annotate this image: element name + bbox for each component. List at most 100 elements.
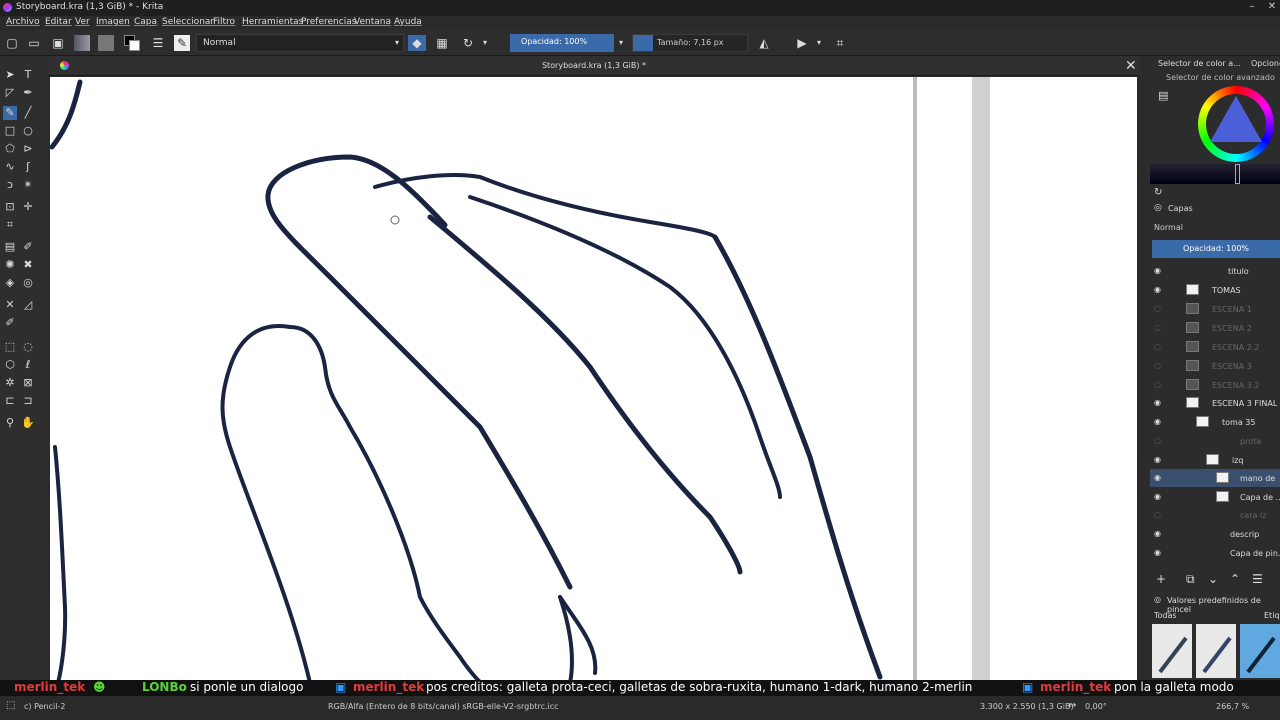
refresh-icon[interactable]: ↻ <box>1154 187 1162 198</box>
polygon-select-icon[interactable]: ⬡ <box>3 358 17 372</box>
color-picker-icon[interactable]: ✐ <box>21 240 35 254</box>
ellipse-tool-icon[interactable]: ○ <box>21 124 35 138</box>
duplicate-layer-icon[interactable]: ⧉ <box>1186 572 1195 587</box>
layer-menu-icon[interactable]: ☰ <box>1252 572 1263 586</box>
layer-row[interactable]: ○ prota <box>1150 432 1280 450</box>
color-wheel[interactable] <box>1198 86 1274 162</box>
freehand-path-icon[interactable]: ʃ <box>21 160 35 174</box>
brush-preset-selected[interactable] <box>1240 624 1280 678</box>
zoom-tool-icon[interactable]: ⚲ <box>3 416 17 430</box>
mirror-vertical-icon[interactable]: ▶ <box>794 35 810 51</box>
presets-filter[interactable]: Todas <box>1154 611 1177 620</box>
eye-icon[interactable]: ◉ <box>1154 285 1163 294</box>
eye-hidden-icon[interactable]: ○ <box>1154 304 1163 313</box>
assistant-tool-icon[interactable]: ✕ <box>3 298 17 312</box>
brush-settings-icon[interactable]: ☰ <box>150 35 166 51</box>
menu-capa[interactable]: Capa <box>134 17 157 27</box>
eye-icon[interactable]: ◉ <box>1154 455 1163 464</box>
layer-row[interactable]: ◉ Capa de ... <box>1150 488 1280 506</box>
line-tool-icon[interactable]: ╱ <box>21 106 35 120</box>
ellipse-select-icon[interactable]: ◌ <box>21 340 35 354</box>
eye-icon[interactable]: ◉ <box>1154 492 1163 501</box>
menu-editar[interactable]: Editar <box>45 17 72 27</box>
fg-bg-color-icon[interactable] <box>124 35 140 51</box>
layer-row[interactable]: ○ ESCENA 3.2 <box>1150 376 1280 394</box>
eye-icon[interactable]: ◉ <box>1154 417 1163 426</box>
rect-select-icon[interactable]: ⬚ <box>3 340 17 354</box>
calligraphy-icon[interactable]: ✒ <box>21 86 35 100</box>
eye-hidden-icon[interactable]: ○ <box>1154 436 1163 445</box>
color-settings-icon[interactable]: ▤ <box>1158 89 1168 102</box>
eye-icon[interactable]: ◉ <box>1154 266 1163 275</box>
eye-icon[interactable]: ◉ <box>1154 473 1163 482</box>
layer-row[interactable]: ◉ titulo <box>1150 262 1280 280</box>
contiguous-select-icon[interactable]: ✲ <box>3 376 17 390</box>
colorize-mask-icon[interactable]: ✺ <box>3 258 17 272</box>
tab-options[interactable]: Opcione <box>1251 59 1280 68</box>
eye-hidden-icon[interactable]: ○ <box>1154 342 1163 351</box>
layer-row[interactable]: ◉ toma 35 <box>1150 413 1280 431</box>
bezier-select-icon[interactable]: ⊏ <box>3 394 17 408</box>
layer-row[interactable]: ○ ESCENA 2.2 <box>1150 338 1280 356</box>
menu-ventana[interactable]: Ventana <box>354 17 391 27</box>
alpha-lock-icon[interactable]: ▦ <box>434 35 450 51</box>
rotation-value[interactable]: 0,00° <box>1085 702 1107 711</box>
layer-row[interactable]: ◉ TOMAS <box>1150 281 1280 299</box>
chevron-down-icon[interactable]: ▾ <box>814 35 824 51</box>
menu-archivo[interactable]: Archivo <box>6 17 40 27</box>
eraser-mode-icon[interactable]: ◆ <box>408 35 426 51</box>
menu-ayuda[interactable]: Ayuda <box>394 17 422 27</box>
move-tool-icon[interactable]: ✛ <box>21 200 35 214</box>
move-down-icon[interactable]: ⌄ <box>1208 572 1218 586</box>
opacity-slider[interactable]: Opacidad: 100% <box>510 34 614 52</box>
polyline-tool-icon[interactable]: ⊳ <box>21 142 35 156</box>
new-document-icon[interactable]: ▢ <box>4 35 20 51</box>
add-layer-icon[interactable]: + <box>1156 572 1166 586</box>
zoom-level[interactable]: 266,7 % <box>1216 702 1249 711</box>
bezier-tool-icon[interactable]: ∿ <box>3 160 17 174</box>
dynamic-brush-icon[interactable]: ↄ <box>3 178 17 192</box>
eye-hidden-icon[interactable]: ○ <box>1154 510 1163 519</box>
freehand-select-icon[interactable]: ℓ <box>21 358 35 372</box>
chevron-down-icon[interactable]: ▾ <box>480 35 490 51</box>
gradient-tool-icon[interactable]: ▤ <box>3 240 17 254</box>
window-close-button[interactable]: ✕ <box>1264 0 1280 16</box>
brush-size-slider[interactable]: Tamaño: 7,16 px <box>632 34 748 52</box>
smart-patch-icon[interactable]: ✖ <box>21 258 35 272</box>
minimize-button[interactable]: – <box>1244 0 1260 16</box>
layer-row[interactable]: ○ ESCENA 3 <box>1150 357 1280 375</box>
menu-seleccionar[interactable]: Seleccionar <box>162 17 214 27</box>
pattern-swatch[interactable] <box>98 35 114 51</box>
blend-mode-select[interactable]: Normal ▾ <box>196 34 404 52</box>
reference-tool-icon[interactable]: ✐ <box>3 316 17 330</box>
eye-hidden-icon[interactable]: ○ <box>1154 323 1163 332</box>
layer-blend-select[interactable]: Normal <box>1150 220 1280 236</box>
menu-herramientas[interactable]: Herramientas <box>242 17 303 27</box>
crop-tool-icon[interactable]: ⌗ <box>3 218 17 232</box>
edit-shapes-icon[interactable]: ◸ <box>3 86 17 100</box>
tab-color-selector[interactable]: Selector de color a... <box>1158 59 1241 68</box>
fill-tool-icon[interactable]: ◈ <box>3 276 17 290</box>
menu-preferencias[interactable]: Preferencias <box>301 17 356 27</box>
reload-preset-icon[interactable]: ↻ <box>460 35 476 51</box>
layer-opacity-slider[interactable]: Opacidad: 100% <box>1152 240 1280 258</box>
eye-hidden-icon[interactable]: ○ <box>1154 361 1163 370</box>
color-value-strip[interactable] <box>1150 164 1280 184</box>
drawing-canvas[interactable] <box>50 77 1137 683</box>
freehand-brush-icon[interactable]: ✎ <box>3 106 17 120</box>
polygon-tool-icon[interactable]: ⬠ <box>3 142 17 156</box>
save-icon[interactable]: ▣ <box>50 35 66 51</box>
layer-row[interactable]: ◉ descrip <box>1150 525 1280 543</box>
text-tool-icon[interactable]: T <box>21 68 35 82</box>
gradient-swatch[interactable] <box>74 35 90 51</box>
multibrush-icon[interactable]: ✴ <box>21 178 35 192</box>
eye-hidden-icon[interactable]: ○ <box>1154 380 1163 389</box>
similar-select-icon[interactable]: ⊠ <box>21 376 35 390</box>
magnetic-select-icon[interactable]: ⊐ <box>21 394 35 408</box>
layer-row[interactable]: ○ ESCENA 2 <box>1150 319 1280 337</box>
menu-imagen[interactable]: Imagen <box>96 17 130 27</box>
enclose-fill-icon[interactable]: ◎ <box>21 276 35 290</box>
eye-icon[interactable]: ◉ <box>1154 398 1163 407</box>
close-document-button[interactable]: ✕ <box>1125 58 1137 74</box>
transform-tool-icon[interactable]: ⊡ <box>3 200 17 214</box>
